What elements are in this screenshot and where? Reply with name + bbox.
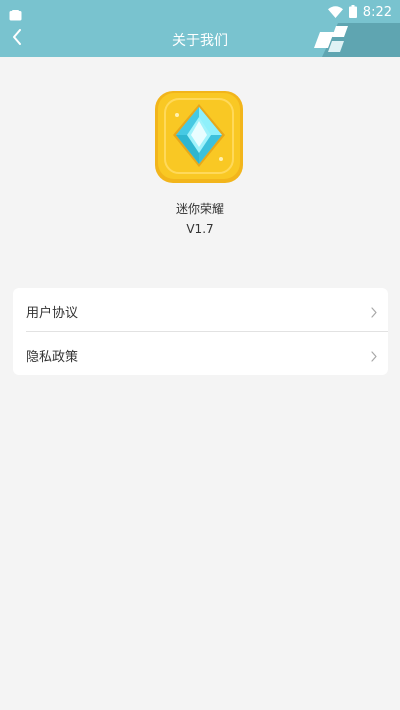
menu-item-label: 隐私政策	[26, 350, 79, 365]
status-bar: 8:22	[0, 0, 400, 22]
chevron-right-icon	[371, 303, 377, 322]
menu-item-privacy-policy[interactable]: 隐私政策	[13, 332, 388, 375]
menu-card: 用户协议 隐私政策	[13, 288, 388, 375]
app-name: 迷你荣耀	[175, 202, 224, 216]
app-version: V1.7	[186, 222, 214, 236]
app-logo	[155, 89, 243, 185]
chevron-right-icon	[371, 347, 377, 366]
diamond-gem-icon	[155, 91, 243, 189]
menu-item-user-agreement[interactable]: 用户协议	[13, 288, 388, 331]
header: 8:22 关于我们	[0, 0, 400, 57]
menu-item-label: 用户协议	[26, 306, 79, 321]
status-time: 8:22	[362, 5, 392, 20]
header-decoration	[310, 20, 400, 57]
